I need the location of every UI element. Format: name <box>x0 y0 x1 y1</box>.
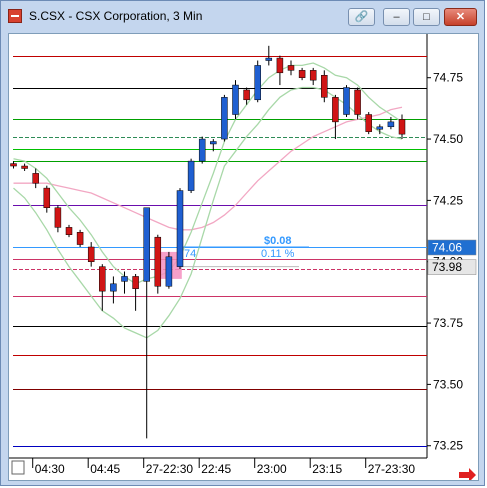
candle-body <box>143 207 150 282</box>
candle-body <box>10 163 17 167</box>
candle-body <box>354 89 361 115</box>
link-icon[interactable]: 🔗 <box>348 8 375 26</box>
time-tick-label: 27-22:30 <box>146 462 194 476</box>
candle-body <box>332 97 339 123</box>
candle-body <box>121 276 128 282</box>
candle-body <box>210 141 217 145</box>
measure-start-label: 74 <box>184 248 196 260</box>
candle-body <box>198 138 206 162</box>
title-bar[interactable]: S.CSX - CSX Corporation, 3 Min 🔗 – □ ✕ <box>1 1 486 35</box>
candle-body <box>321 75 328 98</box>
candle-body <box>165 256 173 287</box>
candle-body <box>276 57 284 74</box>
candle-body <box>232 84 239 115</box>
candle-body <box>287 65 295 71</box>
time-tick-label: 27-23:30 <box>368 462 416 476</box>
price-tick-label: 74.75 <box>433 71 463 85</box>
maximize-button[interactable]: □ <box>413 8 440 26</box>
app-icon <box>8 9 22 23</box>
candle-body <box>43 187 51 208</box>
candle-body <box>298 70 306 78</box>
price-tick-label: 73.50 <box>433 377 463 391</box>
candle-body <box>87 246 95 262</box>
candle-body <box>76 232 84 245</box>
candle-body <box>65 227 73 235</box>
price-tick-label: 73.75 <box>433 316 463 330</box>
corner-checkbox[interactable] <box>11 460 25 475</box>
price-badge-label: 74.06 <box>432 241 462 255</box>
time-tick-label: 23:15 <box>312 462 342 476</box>
candle-body <box>110 283 117 292</box>
candle-body <box>132 276 139 289</box>
candle-body <box>309 70 317 81</box>
close-button[interactable]: ✕ <box>444 8 477 26</box>
minimize-button[interactable]: – <box>383 8 410 26</box>
price-badge-label: 73.98 <box>432 260 462 274</box>
candle-body <box>398 119 406 135</box>
measure-percent-label: 0.11 % <box>261 248 295 260</box>
candle-body <box>243 89 250 101</box>
chart-window: S.CSX - CSX Corporation, 3 Min 🔗 – □ ✕ $… <box>0 0 485 486</box>
window-title: S.CSX - CSX Corporation, 3 Min <box>29 9 203 23</box>
candle-body <box>187 160 195 191</box>
price-tick-label: 73.25 <box>433 439 463 453</box>
candle-body <box>387 121 395 128</box>
candle-body <box>265 57 273 61</box>
candle-body <box>32 173 39 184</box>
candle-body <box>99 266 106 292</box>
price-tick-label: 74.50 <box>433 132 463 146</box>
candle-body <box>365 114 372 132</box>
candlestick-chart[interactable]: $0.080.11 %74 74.7574.5074.2574.0073.757… <box>9 34 478 482</box>
chart-frame[interactable]: $0.080.11 %74 74.7574.5074.2574.0073.757… <box>8 33 479 482</box>
chart-background <box>9 34 478 480</box>
price-tick-label: 74.25 <box>433 193 463 207</box>
time-tick-label: 23:00 <box>257 462 287 476</box>
candle-body <box>21 165 28 169</box>
candle-body <box>254 65 261 101</box>
candle-body <box>376 126 384 130</box>
time-tick-label: 04:30 <box>35 462 65 476</box>
candle-body <box>54 207 62 228</box>
candle-body <box>154 236 162 287</box>
candle-body <box>176 190 184 267</box>
measure-change-label: $0.08 <box>264 235 292 247</box>
time-tick-label: 22:45 <box>201 462 231 476</box>
time-tick-label: 04:45 <box>90 462 120 476</box>
candle-body <box>221 97 228 140</box>
candle-body <box>343 87 350 115</box>
